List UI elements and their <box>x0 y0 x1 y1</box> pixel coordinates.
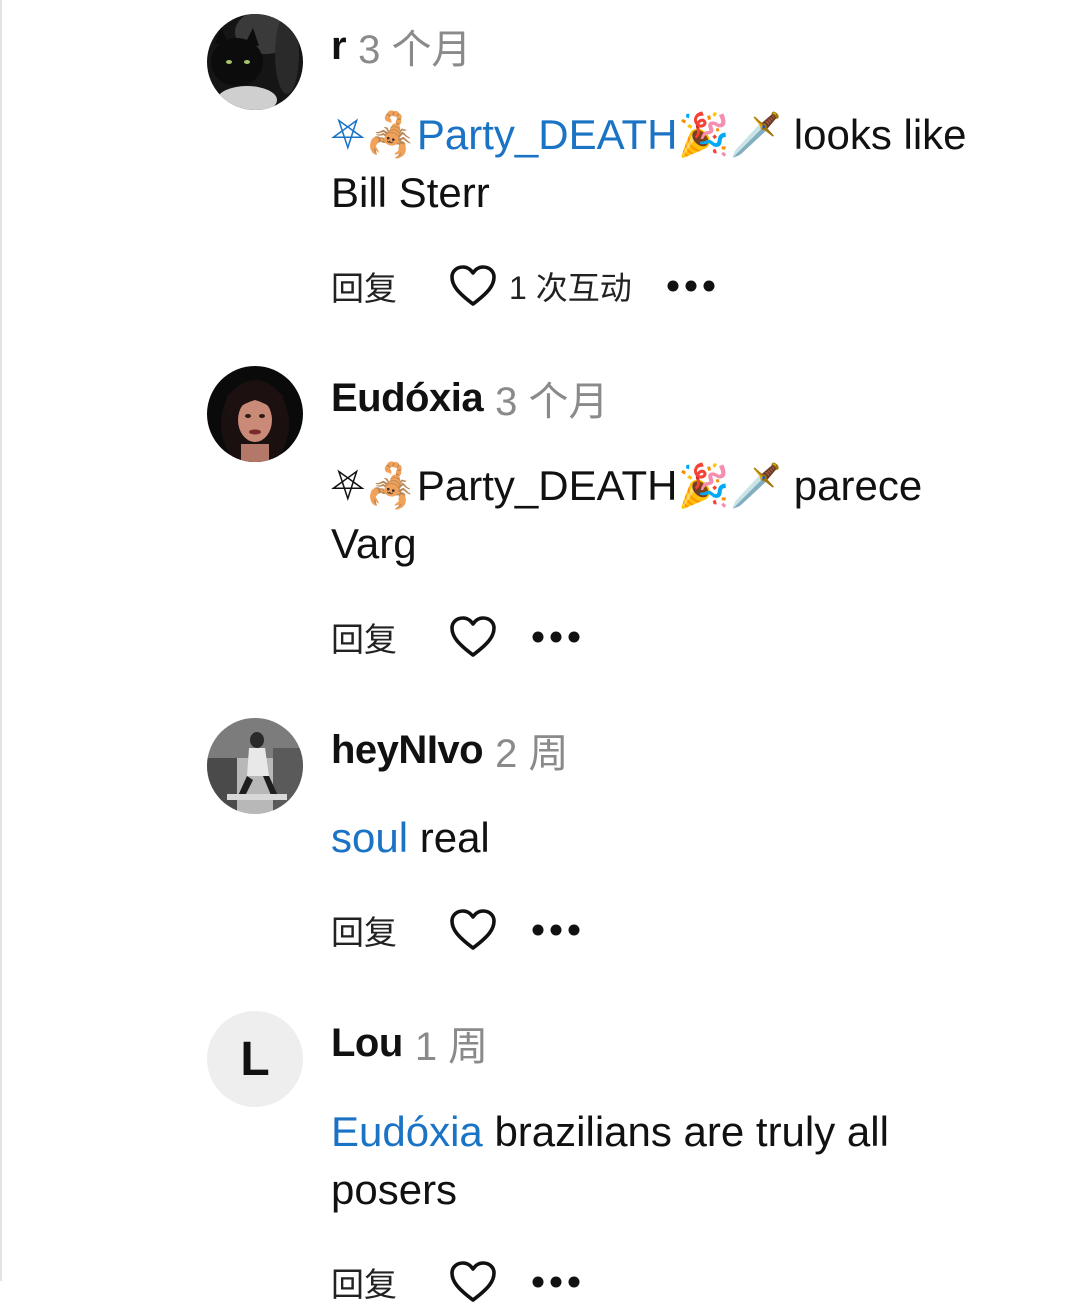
comment-text: ⛧🦂Party_DEATH🎉🗡️ looks like Bill Sterr <box>331 106 1011 222</box>
avatar[interactable] <box>207 718 303 814</box>
more-dots-icon <box>532 1276 580 1288</box>
comment-actions: 回复 <box>331 905 581 955</box>
like-button[interactable] <box>449 615 497 659</box>
timestamp: 2 周 <box>495 732 569 776</box>
mention-link[interactable]: soul <box>331 814 408 861</box>
interaction-count: 1 次互动 <box>509 270 632 306</box>
like-button[interactable]: 1 次互动 <box>449 263 632 309</box>
timestamp: 3 个月 <box>358 28 472 72</box>
cat-avatar-image <box>207 14 303 110</box>
comment-header: r 3 个月 <box>331 14 471 78</box>
like-button[interactable] <box>449 908 497 952</box>
comment-text: Eudóxia brazilians are truly all posers <box>331 1103 1011 1219</box>
avatar[interactable]: L <box>207 1011 303 1107</box>
heart-icon <box>450 265 496 306</box>
comment-body: real <box>408 814 490 861</box>
mention-link[interactable]: Eudóxia <box>331 1108 483 1155</box>
mention-link[interactable]: ⛧🦂Party_DEATH🎉🗡️ <box>331 111 782 158</box>
comment-text: ⛧🦂Party_DEATH🎉🗡️ parece Varg <box>331 457 1011 573</box>
more-dots-icon <box>667 280 715 292</box>
avatar-letter: L <box>240 1032 270 1086</box>
reply-button[interactable]: 回复 <box>331 262 449 310</box>
left-border <box>0 0 2 1281</box>
comment-text: soul real <box>331 809 1011 867</box>
avatar[interactable] <box>207 366 303 462</box>
portrait-avatar-image <box>207 366 303 462</box>
author-name[interactable]: heyNIvo <box>331 728 484 773</box>
author-name[interactable]: Lou <box>331 1021 403 1066</box>
reply-button[interactable]: 回复 <box>331 1258 449 1306</box>
heart-icon <box>450 1261 496 1302</box>
comment-actions: 回复 1 次互动 <box>331 261 716 311</box>
reply-button[interactable]: 回复 <box>331 613 449 661</box>
reply-button[interactable]: 回复 <box>331 906 449 954</box>
heart-icon <box>450 616 496 657</box>
comment-header: heyNIvo 2 周 <box>331 718 568 782</box>
comment-actions: 回复 <box>331 1257 581 1307</box>
more-options-button[interactable] <box>531 1275 581 1289</box>
bw-avatar-image <box>207 718 303 814</box>
author-name[interactable]: r <box>331 24 347 69</box>
more-dots-icon <box>532 631 580 643</box>
comment-header: Eudóxia 3 个月 <box>331 366 608 430</box>
comment-actions: 回复 <box>331 612 581 662</box>
comment-header: Lou 1 周 <box>331 1011 488 1075</box>
timestamp: 1 周 <box>414 1025 489 1069</box>
heart-icon <box>450 909 496 950</box>
more-dots-icon <box>532 924 580 936</box>
more-options-button[interactable] <box>531 630 581 644</box>
more-options-button[interactable] <box>531 923 581 937</box>
avatar[interactable] <box>207 14 303 110</box>
more-options-button[interactable] <box>666 279 716 293</box>
like-button[interactable] <box>449 1260 497 1304</box>
timestamp: 3 个月 <box>495 380 609 424</box>
author-name[interactable]: Eudóxia <box>331 376 484 421</box>
comment-prefix: ⛧🦂Party_DEATH🎉🗡️ <box>331 462 783 509</box>
